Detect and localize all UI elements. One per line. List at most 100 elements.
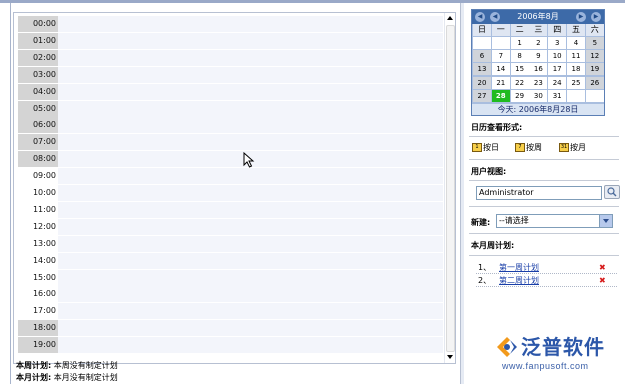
hour-row[interactable]: 15:00 <box>14 269 443 287</box>
calendar-day[interactable]: 3 <box>548 37 567 49</box>
hour-row[interactable]: 16:00 <box>14 286 443 304</box>
hour-slot[interactable] <box>58 83 443 100</box>
calendar-day[interactable]: 25 <box>567 76 585 89</box>
calendar-day[interactable]: 11 <box>567 50 585 63</box>
plan-item-link[interactable]: 第二周计划 <box>499 275 539 286</box>
hour-slot[interactable] <box>58 49 443 66</box>
hour-slot[interactable] <box>58 100 443 117</box>
hour-slot[interactable] <box>58 269 443 286</box>
hour-slot[interactable] <box>58 218 443 235</box>
calendar-day[interactable]: 17 <box>548 63 567 76</box>
hour-row[interactable]: 12:00 <box>14 218 443 236</box>
calendar-day[interactable]: 18 <box>567 63 585 76</box>
hour-slot[interactable] <box>58 16 443 32</box>
hour-row[interactable]: 07:00 <box>14 134 443 152</box>
hour-label: 10:00 <box>32 188 56 197</box>
calendar-day-today[interactable]: 28 <box>491 89 510 102</box>
plan-item-number: 1、 <box>478 263 492 272</box>
hour-slot[interactable] <box>58 235 443 252</box>
brand-logo: 泛普软件 www.fanpusoft.com <box>494 334 624 378</box>
hour-row[interactable]: 19:00 <box>14 337 443 355</box>
hour-row[interactable]: 13:00 <box>14 235 443 253</box>
hour-row[interactable]: 01:00 <box>14 32 443 50</box>
hour-row[interactable]: 09:00 <box>14 168 443 186</box>
calendar-day[interactable]: 19 <box>585 63 604 76</box>
month-calendar-icon: 31 <box>559 143 569 152</box>
scroll-down-arrow-icon[interactable] <box>447 355 453 359</box>
calendar-day[interactable]: 2 <box>529 37 548 49</box>
calendar-day[interactable]: 23 <box>529 76 548 89</box>
calendar-day[interactable]: 4 <box>567 37 585 49</box>
hour-slot[interactable] <box>58 320 443 337</box>
hour-slot[interactable] <box>58 201 443 218</box>
calendar-weekday-header: 日一二三四五六 <box>473 24 604 36</box>
view-by-day-button[interactable]: 1 按日 <box>472 142 499 154</box>
calendar-day[interactable]: 8 <box>510 50 529 63</box>
scroll-up-arrow-icon[interactable] <box>447 16 453 20</box>
hour-row[interactable]: 02:00 <box>14 49 443 67</box>
delete-icon[interactable]: ✖ <box>599 264 607 272</box>
new-item-select[interactable]: --请选择 <box>496 214 613 228</box>
calendar-day[interactable]: 13 <box>473 63 491 76</box>
schedule-scrollbar[interactable] <box>444 13 455 363</box>
scroll-thumb[interactable] <box>446 25 455 352</box>
hour-row[interactable]: 10:00 <box>14 185 443 202</box>
hour-slot[interactable] <box>58 252 443 269</box>
view-by-month-button[interactable]: 31 按月 <box>559 142 586 154</box>
calendar-day[interactable]: 1 <box>510 37 529 49</box>
select-dropdown-button[interactable] <box>599 215 612 227</box>
hour-row[interactable]: 00:00 <box>14 16 443 33</box>
hour-row[interactable]: 14:00 <box>14 252 443 270</box>
calendar-today-link[interactable]: 今天: 2006年8月28日 <box>472 104 604 115</box>
brand-logo-icon <box>497 337 517 357</box>
weekday-label: 四 <box>548 24 567 36</box>
calendar-day[interactable]: 15 <box>510 63 529 76</box>
hour-slot[interactable] <box>58 117 443 134</box>
hour-slot[interactable] <box>58 32 443 49</box>
user-view-field[interactable]: Administrator <box>476 186 602 200</box>
hour-slot[interactable] <box>58 303 443 320</box>
hour-row[interactable]: 11:00 <box>14 201 443 219</box>
hour-row[interactable]: 18:00 <box>14 320 443 338</box>
hour-slot[interactable] <box>58 185 443 201</box>
calendar-day[interactable]: 5 <box>585 37 604 49</box>
calendar-day[interactable]: 10 <box>548 50 567 63</box>
calendar-day[interactable]: 29 <box>510 89 529 102</box>
calendar-day[interactable]: 21 <box>491 76 510 89</box>
hour-slot[interactable] <box>58 66 443 83</box>
hour-row[interactable]: 05:00 <box>14 100 443 118</box>
calendar-day[interactable]: 20 <box>473 76 491 89</box>
next-month-icon[interactable]: ▶ <box>576 12 586 22</box>
view-by-week-button[interactable]: 7 按周 <box>515 142 542 154</box>
hour-row[interactable]: 03:00 <box>14 66 443 84</box>
next-year-icon[interactable]: ▶ <box>591 12 601 22</box>
plan-item-link[interactable]: 第一周计划 <box>499 262 539 273</box>
hour-row[interactable]: 08:00 <box>14 151 443 169</box>
calendar-day[interactable]: 7 <box>491 50 510 63</box>
calendar-day[interactable]: 30 <box>529 89 548 102</box>
hour-label: 05:00 <box>18 100 58 117</box>
prev-month-icon[interactable]: ◀ <box>490 12 500 22</box>
calendar-day[interactable]: 9 <box>529 50 548 63</box>
calendar-day[interactable]: 24 <box>548 76 567 89</box>
delete-icon[interactable]: ✖ <box>599 277 607 285</box>
calendar-day[interactable]: 6 <box>473 50 491 63</box>
calendar-day[interactable]: 27 <box>473 89 491 102</box>
hour-label: 19:00 <box>18 337 58 354</box>
hour-row[interactable]: 04:00 <box>14 83 443 101</box>
user-picker-button[interactable] <box>604 185 620 199</box>
prev-year-icon[interactable]: ◀ <box>475 12 485 22</box>
hour-slot[interactable] <box>58 168 443 185</box>
calendar-day[interactable]: 12 <box>585 50 604 63</box>
hour-slot[interactable] <box>58 286 443 303</box>
calendar-day[interactable]: 16 <box>529 63 548 76</box>
hour-label: 14:00 <box>32 255 56 265</box>
calendar-day[interactable]: 14 <box>491 63 510 76</box>
hour-slot[interactable] <box>58 134 443 151</box>
hour-row[interactable]: 06:00 <box>14 117 443 135</box>
hour-slot[interactable] <box>58 337 443 354</box>
hour-row[interactable]: 17:00 <box>14 303 443 321</box>
calendar-day[interactable]: 22 <box>510 76 529 89</box>
calendar-day[interactable]: 26 <box>585 76 604 89</box>
calendar-day[interactable]: 31 <box>548 89 567 102</box>
